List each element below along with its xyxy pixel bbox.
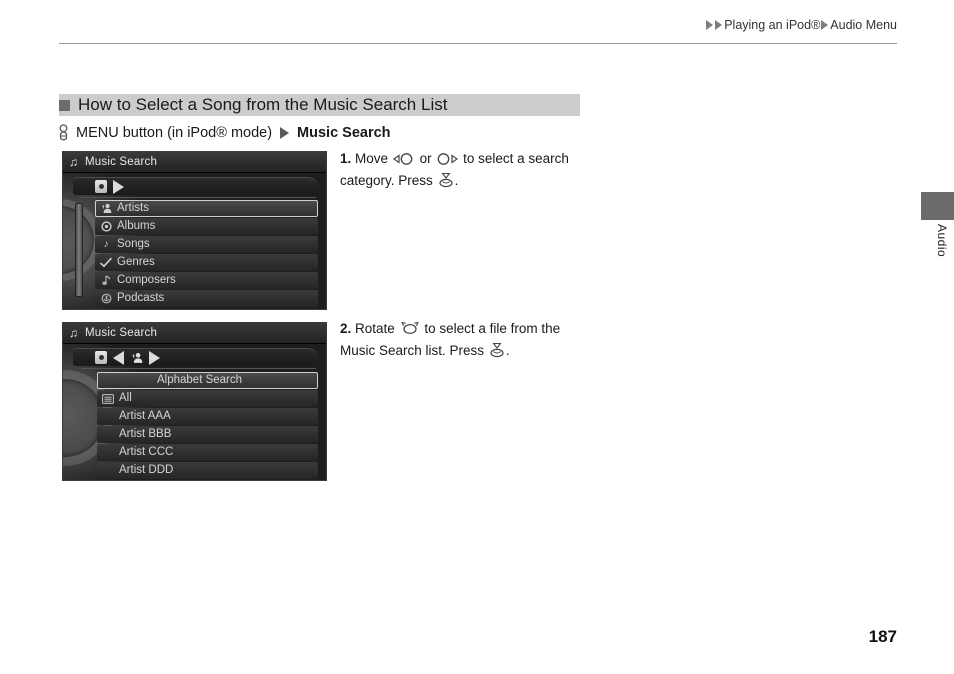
side-tab-label: Audio [935, 224, 949, 258]
list-item-label: Composers [117, 273, 176, 286]
square-bullet-icon [59, 99, 70, 111]
menu-path: MENU button (in iPod® mode) Music Search [57, 124, 391, 142]
breadcrumb-arrow-icon [706, 20, 714, 30]
menu-knob-icon [57, 124, 70, 142]
list-item[interactable]: Artist CCC [97, 444, 318, 461]
ipod-source-icon[interactable] [95, 180, 107, 193]
songs-icon: ♪ [103, 239, 109, 250]
step-2-number: 2. [340, 321, 352, 336]
list-item-label: Podcasts [117, 291, 165, 304]
breadcrumb-item-playing-an-ipod: Playing an iPod® [724, 18, 821, 32]
screen-music-search-categories: ♫ Music Search Artists Albums ♪ Songs Ge… [62, 151, 327, 310]
screen1-titlebar: ♫ Music Search [63, 152, 326, 173]
arrow-right-icon[interactable] [149, 350, 160, 365]
list-item[interactable]: Artist AAA [97, 408, 318, 425]
menu-path-target: Music Search [297, 125, 391, 141]
list-item-label: Artist BBB [119, 427, 172, 440]
step-1: 1. Move or to select a search category. … [340, 149, 590, 193]
list-item-label: Albums [117, 219, 156, 232]
screen2-title: Music Search [85, 327, 158, 339]
page-title-text: How to Select a Song from the Music Sear… [78, 95, 448, 114]
enter-knob-icon [438, 172, 454, 193]
screen2-list: Alphabet Search All Artist AAA Artist BB… [97, 372, 318, 480]
artists-icon [100, 203, 112, 215]
screen2-titlebar: ♫ Music Search [63, 323, 326, 344]
step-1-text-part4: . [454, 173, 459, 188]
list-item-label: Genres [117, 255, 155, 268]
screen1-list: Artists Albums ♪ Songs Genres Composers … [95, 200, 318, 308]
step-1-text-part1: Move [355, 151, 389, 166]
step-2-text-part1: Rotate [355, 321, 395, 336]
breadcrumb-item-audio-menu: Audio Menu [830, 18, 897, 32]
arrow-right-icon[interactable] [113, 179, 124, 194]
list-item[interactable]: Albums [95, 218, 318, 235]
arrow-left-icon[interactable] [113, 350, 124, 365]
list-item[interactable]: Genres [95, 254, 318, 271]
step-1-text-part2: or [419, 151, 432, 166]
artists-icon[interactable] [130, 351, 143, 364]
list-item-label: Songs [117, 237, 150, 250]
rotate-knob-icon [400, 320, 420, 341]
music-note-icon: ♫ [69, 326, 78, 340]
albums-icon [100, 221, 112, 233]
enter-knob-icon [489, 342, 505, 363]
list-item[interactable]: Artist DDD [97, 462, 318, 479]
list-item-label: All [119, 391, 132, 404]
screen2-tab-strip[interactable] [73, 348, 318, 369]
list-item[interactable]: Composers [95, 272, 318, 289]
list-item[interactable]: All [97, 390, 318, 407]
breadcrumb: Playing an iPod® Audio Menu [706, 18, 897, 32]
breadcrumb-arrow-icon [715, 20, 723, 30]
page-title: How to Select a Song from the Music Sear… [59, 92, 447, 118]
side-tab-marker [921, 192, 954, 220]
list-item[interactable]: Artists [95, 200, 318, 217]
step-2: 2. Rotate to select a file from the Musi… [340, 319, 590, 363]
music-note-icon: ♫ [69, 155, 78, 169]
ipod-source-icon[interactable] [95, 351, 107, 364]
list-item-label: Artist DDD [119, 463, 174, 476]
list-item[interactable]: Artist BBB [97, 426, 318, 443]
list-item[interactable]: Alphabet Search [97, 372, 318, 389]
screen1-title: Music Search [85, 156, 158, 168]
list-item-label: Alphabet Search [157, 373, 243, 386]
list-item-label: Artists [117, 201, 149, 214]
screen1-body: Artists Albums ♪ Songs Genres Composers … [63, 173, 326, 309]
joystick-left-icon [392, 152, 415, 171]
podcasts-icon [100, 293, 112, 305]
scrollbar[interactable] [75, 203, 83, 297]
list-item-label: Artist CCC [119, 445, 174, 458]
all-list-icon [102, 393, 114, 405]
step-2-text-part4: . [505, 343, 510, 358]
screen2-body: Alphabet Search All Artist AAA Artist BB… [63, 344, 326, 480]
menu-path-text: MENU button (in iPod® mode) [76, 125, 273, 141]
screen-artist-list: ♫ Music Search Alphabet Search All Artis… [62, 322, 327, 481]
page-header: Playing an iPod® Audio Menu [59, 18, 897, 44]
list-item[interactable]: Podcasts [95, 290, 318, 307]
path-arrow-icon [280, 127, 290, 139]
joystick-right-icon [436, 152, 459, 171]
composers-icon [100, 275, 112, 287]
list-item-label: Artist AAA [119, 409, 171, 422]
breadcrumb-arrow-icon [821, 20, 829, 30]
genres-icon [100, 257, 112, 269]
screen1-tab-strip[interactable] [73, 177, 318, 198]
list-item[interactable]: ♪ Songs [95, 236, 318, 253]
page-number: 187 [868, 627, 897, 646]
step-1-number: 1. [340, 151, 352, 166]
